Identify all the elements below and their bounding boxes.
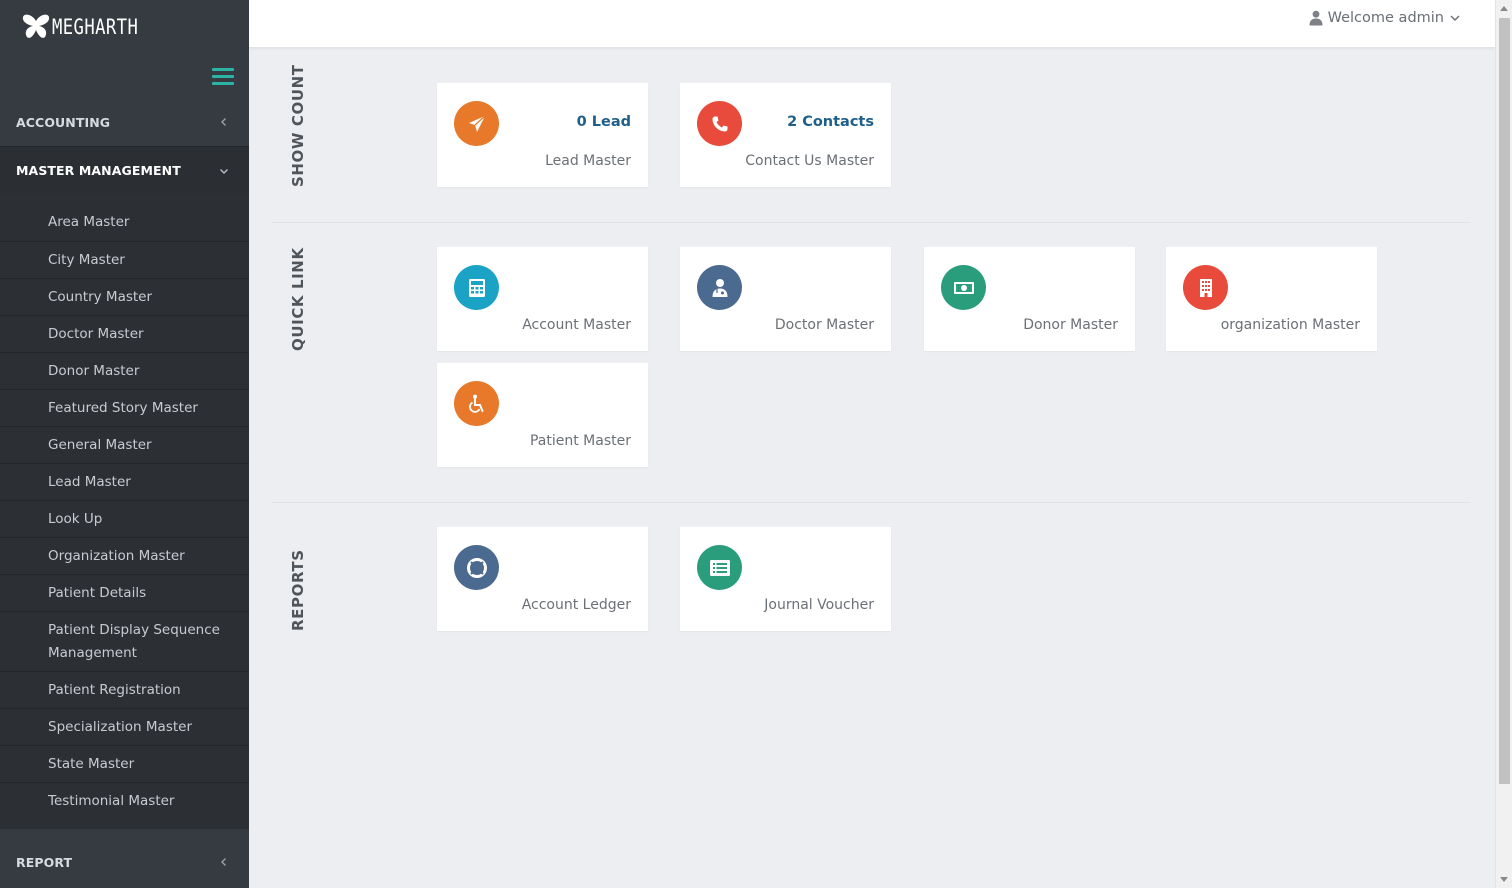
- scroll-down-arrow-icon[interactable]: [1500, 877, 1508, 882]
- nav-section-accounting[interactable]: ACCOUNTING: [0, 98, 249, 146]
- section-label-quick-link: QUICK LINK: [289, 247, 307, 351]
- life-ring-icon: [454, 545, 499, 590]
- section-divider: [272, 502, 1471, 503]
- sidebar-item-city-master[interactable]: City Master: [0, 241, 249, 278]
- sidebar-item-featured-story-master[interactable]: Featured Story Master: [0, 389, 249, 426]
- wheelchair-icon: [454, 381, 499, 426]
- contacts-count: 2 Contacts: [787, 114, 874, 130]
- brand-name: MEGHARTH: [52, 15, 139, 39]
- butterfly-icon: [22, 14, 50, 38]
- card-contact-us-master[interactable]: 2 Contacts Contact Us Master: [680, 83, 891, 187]
- sidebar: MEGHARTH ACCOUNTING MASTER MANAGEMENT Ar…: [0, 0, 249, 888]
- section-label-reports: REPORTS: [289, 549, 307, 631]
- scroll-thumb[interactable]: [1499, 18, 1510, 784]
- chevron-left-icon: [221, 118, 226, 126]
- phone-icon: [697, 101, 742, 146]
- card-label: Account Ledger: [521, 597, 631, 613]
- welcome-text: Welcome admin: [1327, 10, 1444, 26]
- sidebar-item-specialization-master[interactable]: Specialization Master: [0, 708, 249, 745]
- user-menu[interactable]: Welcome admin: [1309, 10, 1465, 26]
- building-icon: [1183, 265, 1228, 310]
- sidebar-item-doctor-master[interactable]: Doctor Master: [0, 315, 249, 352]
- sidebar-item-testimonial-master[interactable]: Testimonial Master: [0, 782, 249, 819]
- calculator-icon: [454, 265, 499, 310]
- sidebar-item-general-master[interactable]: General Master: [0, 426, 249, 463]
- nav-section-label: MASTER MANAGEMENT: [16, 163, 181, 178]
- card-label: Patient Master: [529, 433, 631, 449]
- card-label: organization Master: [1220, 317, 1360, 333]
- topbar: Welcome admin: [249, 0, 1495, 48]
- card-label: Journal Voucher: [764, 597, 874, 613]
- nav-section-master-management[interactable]: MASTER MANAGEMENT: [0, 146, 249, 194]
- money-icon: [941, 265, 986, 310]
- sidebar-item-organization-master[interactable]: Organization Master: [0, 537, 249, 574]
- card-donor-master[interactable]: Donor Master: [924, 247, 1135, 351]
- nav-section-label: REPORT: [16, 854, 73, 870]
- brand-logo[interactable]: MEGHARTH: [22, 12, 157, 42]
- card-lead-master[interactable]: 0 Lead Lead Master: [437, 83, 648, 187]
- chevron-down-icon: [220, 168, 228, 174]
- sidebar-item-patient-details[interactable]: Patient Details: [0, 574, 249, 611]
- card-journal-voucher[interactable]: Journal Voucher: [680, 527, 891, 631]
- card-organization-master[interactable]: organization Master: [1166, 247, 1377, 351]
- section-label-show-count: SHOW COUNT: [289, 64, 307, 187]
- card-label: Doctor Master: [774, 317, 874, 333]
- card-label: Contact Us Master: [745, 153, 874, 169]
- sidebar-item-patient-registration[interactable]: Patient Registration: [0, 671, 249, 708]
- card-account-master[interactable]: Account Master: [437, 247, 648, 351]
- card-label: Lead Master: [545, 153, 631, 169]
- nav-section-label: ACCOUNTING: [16, 114, 111, 130]
- list-alt-icon: [697, 545, 742, 590]
- menu-toggle-icon[interactable]: [212, 68, 234, 88]
- chevron-down-icon: [1450, 15, 1460, 21]
- sidebar-item-state-master[interactable]: State Master: [0, 745, 249, 782]
- nav-section-report[interactable]: REPORT: [0, 837, 249, 887]
- user-icon: [1309, 10, 1323, 26]
- doctor-icon: [697, 265, 742, 310]
- sidebar-item-patient-display-sequence[interactable]: Patient Display Sequence Management: [0, 611, 249, 671]
- sidebar-item-lead-master[interactable]: Lead Master: [0, 463, 249, 500]
- scrollbar[interactable]: [1495, 0, 1512, 888]
- card-doctor-master[interactable]: Doctor Master: [680, 247, 891, 351]
- scroll-up-arrow-icon[interactable]: [1500, 6, 1508, 11]
- paper-plane-icon: [454, 101, 499, 146]
- chevron-left-icon: [221, 858, 226, 866]
- section-divider: [272, 222, 1471, 223]
- lead-count: 0 Lead: [576, 114, 631, 130]
- sidebar-item-look-up[interactable]: Look Up: [0, 500, 249, 537]
- sidebar-item-donor-master[interactable]: Donor Master: [0, 352, 249, 389]
- card-account-ledger[interactable]: Account Ledger: [437, 527, 648, 631]
- sidebar-item-area-master[interactable]: Area Master: [0, 204, 249, 241]
- card-label: Donor Master: [1023, 317, 1118, 333]
- card-label: Account Master: [522, 317, 631, 333]
- master-submenu: Area Master City Master Country Master D…: [0, 194, 249, 829]
- card-patient-master[interactable]: Patient Master: [437, 363, 648, 467]
- sidebar-item-country-master[interactable]: Country Master: [0, 278, 249, 315]
